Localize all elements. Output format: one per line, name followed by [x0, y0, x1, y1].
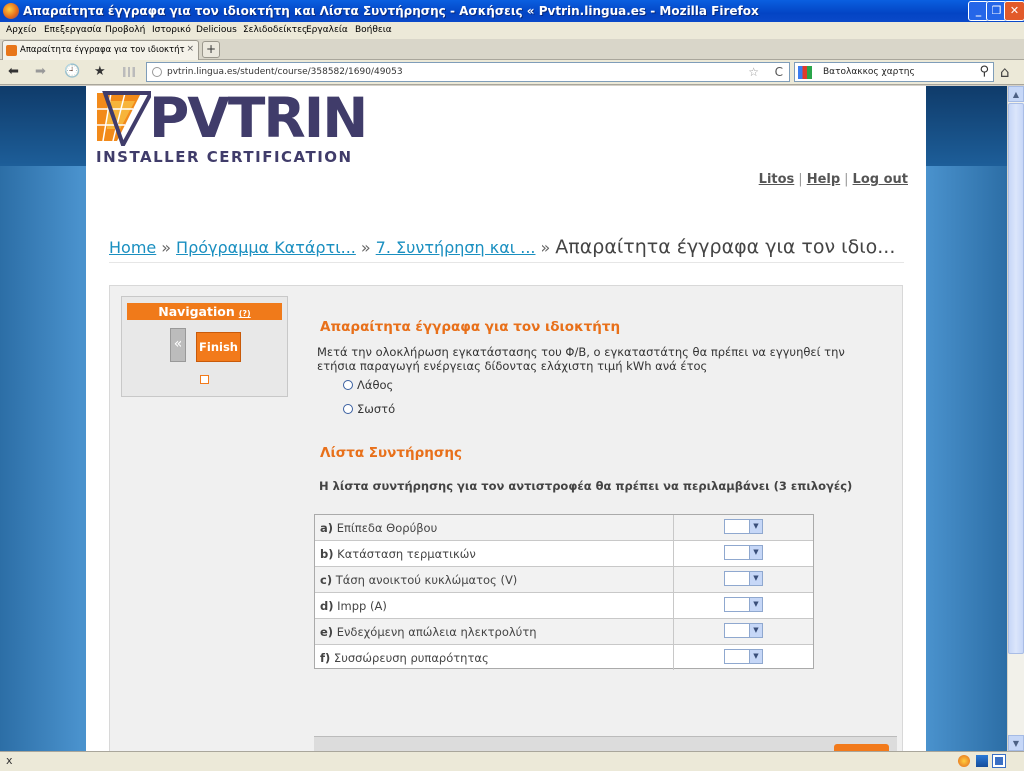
table-row: c) Τάση ανοικτού κυκλώματος (V) ▼: [315, 567, 813, 593]
chevron-down-icon[interactable]: ▼: [749, 598, 762, 611]
action-bar: [314, 736, 897, 751]
answer-select[interactable]: ▼: [724, 649, 763, 664]
reload-icon[interactable]: C: [775, 65, 783, 79]
question1-text: Μετά την ολοκλήρωση εγκατάστασης του Φ/Β…: [317, 345, 845, 373]
menu-help[interactable]: Βοήθεια: [355, 25, 392, 35]
tab-active[interactable]: Απαραίτητα έγγραφα για τον ιδιοκτήτη και…: [2, 40, 199, 60]
solar-panel-icon: [97, 91, 151, 146]
finish-button[interactable]: Finish: [196, 332, 241, 362]
option-false[interactable]: Λάθος: [343, 378, 393, 392]
chevron-down-icon[interactable]: ▼: [749, 546, 762, 559]
chevron-down-icon[interactable]: ▼: [749, 650, 762, 663]
question1-title: Απαραίτητα έγγραφα για τον ιδιοκτήτη: [320, 319, 621, 335]
forward-icon[interactable]: ➡: [35, 65, 46, 79]
navigation-header: Navigation (?): [127, 303, 282, 320]
addon-monitor-icon[interactable]: [976, 755, 988, 767]
search-input[interactable]: Βατολακκος χαρτης: [823, 67, 915, 77]
chevron-down-icon[interactable]: ▼: [749, 520, 762, 533]
breadcrumb-home[interactable]: Home: [109, 238, 156, 257]
table-row: e) Ενδεχόμενη απώλεια ηλεκτρολύτη ▼: [315, 619, 813, 645]
vertical-scrollbar[interactable]: ▲ ▼: [1007, 86, 1024, 751]
site-identity-icon[interactable]: [152, 67, 162, 77]
previous-button[interactable]: «: [170, 328, 186, 362]
addon-window-icon[interactable]: [992, 754, 1006, 768]
table-row: d) Impp (A) ▼: [315, 593, 813, 619]
bookmark-star-icon[interactable]: ☆: [748, 65, 759, 79]
user-link-profile[interactable]: Litos: [759, 172, 795, 187]
question2-title: Λίστα Συντήρησης: [320, 445, 462, 461]
answer-select[interactable]: ▼: [724, 623, 763, 638]
scroll-up-icon[interactable]: ▲: [1008, 86, 1024, 102]
menu-tools[interactable]: Εργαλεία: [306, 25, 348, 35]
browser-viewport: PVTRIN INSTALLER CERTIFICATION Litos | Hel…: [0, 86, 1007, 751]
home-icon[interactable]: ⌂: [1000, 63, 1010, 81]
logo-text: PVTRIN: [149, 86, 368, 150]
favicon-icon: [6, 45, 17, 56]
user-link-help[interactable]: Help: [807, 172, 840, 187]
question2-prompt: Η λίστα συντήρησης για τον αντιστροφέα θ…: [319, 479, 853, 493]
search-bar[interactable]: Βατολακκος χαρτης ⚲: [794, 62, 994, 82]
chevron-down-icon[interactable]: ▼: [749, 572, 762, 585]
tab-label: Απαραίτητα έγγραφα για τον ιδιοκτήτη και…: [20, 45, 185, 55]
bookmarks-icon[interactable]: ★: [94, 65, 106, 79]
firefox-icon: [3, 3, 19, 19]
menu-delicious[interactable]: Delicious: [196, 25, 237, 35]
scrollbar-thumb[interactable]: [1008, 103, 1024, 654]
answer-select[interactable]: ▼: [724, 545, 763, 560]
window-titlebar: Απαραίτητα έγγραφα για τον ιδιοκτήτη και…: [0, 0, 1024, 22]
menu-history[interactable]: Ιστορικό: [152, 25, 191, 35]
matching-table: a) Επίπεδα Θορύβου ▼ b) Κατάσταση τερματ…: [314, 514, 814, 671]
navigation-toolbar: ⬅ ➡ 🕘 ★ pvtrin.lingua.es/student/course/…: [0, 60, 1024, 85]
pvtrin-logo[interactable]: PVTRIN INSTALLER CERTIFICATION: [95, 87, 368, 166]
table-row: a) Επίπεδα Θορύβου ▼: [315, 515, 813, 541]
navigation-panel: Navigation (?) « Finish: [121, 296, 288, 397]
radio-true[interactable]: [343, 404, 353, 414]
submit-button[interactable]: [834, 744, 889, 751]
address-bar[interactable]: pvtrin.lingua.es/student/course/358582/1…: [146, 62, 790, 82]
new-tab-button[interactable]: +: [202, 41, 220, 58]
signal-icon: [123, 67, 135, 77]
question-status-box[interactable]: [200, 375, 209, 384]
answer-select[interactable]: ▼: [724, 519, 763, 534]
logo-subtitle: INSTALLER CERTIFICATION: [96, 148, 353, 166]
url-text: pvtrin.lingua.es/student/course/358582/1…: [167, 67, 403, 77]
table-row: b) Κατάσταση τερματικών ▼: [315, 541, 813, 567]
breadcrumb-program[interactable]: Πρόγραμμα Κατάρτι...: [176, 238, 356, 257]
addon-firefox-icon[interactable]: [958, 755, 970, 767]
user-link-logout[interactable]: Log out: [853, 172, 908, 187]
option-true[interactable]: Σωστό: [343, 402, 395, 416]
status-bar: x: [0, 751, 1024, 771]
radio-false[interactable]: [343, 380, 353, 390]
menu-file[interactable]: Αρχείο: [6, 25, 37, 35]
menu-bookmarks[interactable]: Σελιδοδείκτες: [243, 25, 307, 35]
breadcrumb-section[interactable]: 7. Συντήρηση και ...: [376, 238, 536, 257]
table-row: f) Συσσώρευση ρυπαρότητας ▼: [315, 645, 813, 671]
menu-view[interactable]: Προβολή: [105, 25, 145, 35]
breadcrumb-current: Απαραίτητα έγγραφα για τον ιδιο...: [555, 236, 896, 258]
answer-select[interactable]: ▼: [724, 597, 763, 612]
search-icon[interactable]: ⚲: [979, 64, 989, 79]
window-title: Απαραίτητα έγγραφα για τον ιδιοκτήτη και…: [23, 4, 759, 18]
chevron-down-icon[interactable]: ▼: [749, 624, 762, 637]
answer-select[interactable]: ▼: [724, 571, 763, 586]
tab-bar: Απαραίτητα έγγραφα για τον ιδιοκτήτη και…: [0, 39, 1024, 60]
history-icon[interactable]: 🕘: [64, 65, 80, 79]
quiz-content: Navigation (?) « Finish Απαραίτητα έγγραφ…: [109, 285, 903, 751]
page-container: PVTRIN INSTALLER CERTIFICATION Litos | Hel…: [86, 86, 926, 751]
scroll-down-icon[interactable]: ▼: [1008, 735, 1024, 751]
menu-edit[interactable]: Επεξεργασία: [44, 25, 102, 35]
close-button[interactable]: ✕: [1004, 1, 1024, 21]
status-close-icon[interactable]: x: [6, 754, 13, 767]
google-icon[interactable]: [798, 66, 812, 79]
breadcrumb: Home» Πρόγραμμα Κατάρτι...» 7. Συντήρηση κ…: [109, 236, 904, 263]
tab-close-icon[interactable]: ×: [186, 44, 194, 54]
user-links: Litos | Help | Log out: [758, 172, 908, 187]
navigation-help-link[interactable]: (?): [239, 309, 251, 318]
menu-bar: Αρχείο Επεξεργασία Προβολή Ιστορικό Deli…: [0, 22, 1024, 39]
back-icon[interactable]: ⬅: [8, 65, 19, 79]
